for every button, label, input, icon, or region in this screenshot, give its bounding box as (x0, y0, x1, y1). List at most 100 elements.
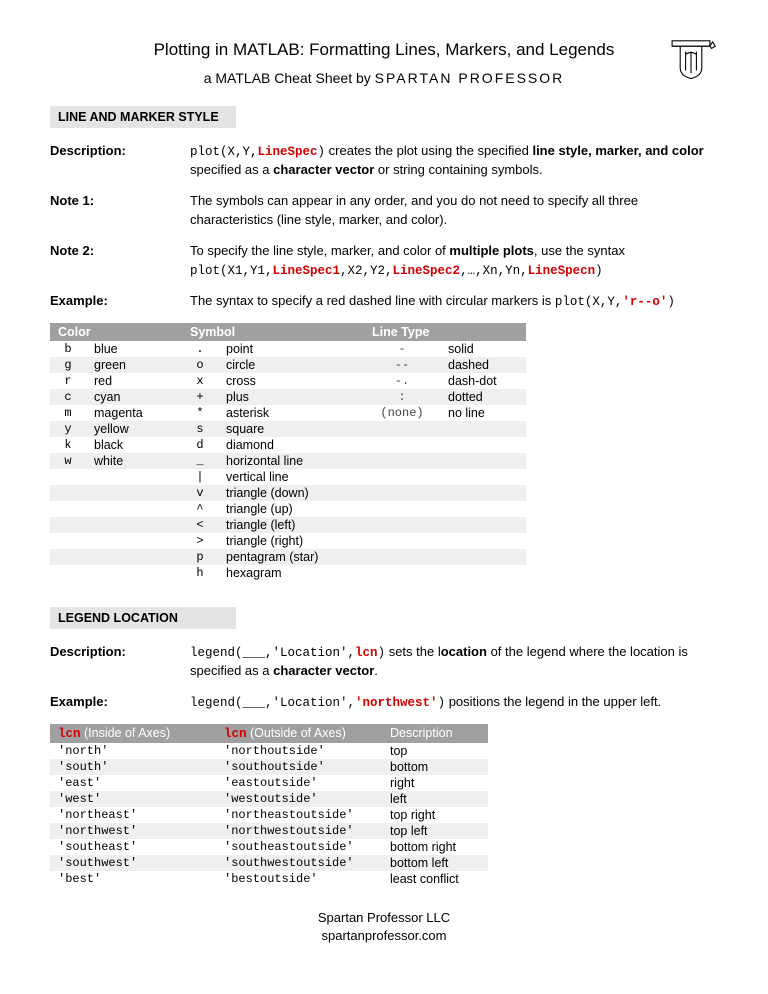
table-row: 'west''westoutside'left (50, 791, 488, 807)
page: Plotting in MATLAB: Formatting Lines, Ma… (0, 0, 768, 975)
cell (50, 485, 86, 501)
cell: w (50, 453, 86, 469)
cell (50, 469, 86, 485)
cell: hexagram (218, 565, 364, 581)
cell: yellow (86, 421, 182, 437)
cell: 'south' (50, 759, 216, 775)
footer-company: Spartan Professor LLC (50, 909, 718, 927)
cell: no line (440, 405, 526, 421)
cell: dotted (440, 389, 526, 405)
col-lcn-outside: lcn (Outside of Axes) (216, 724, 382, 743)
table-row: |vertical line (50, 469, 526, 485)
cell (364, 469, 440, 485)
table-row: ccyan+plus:dotted (50, 389, 526, 405)
table-row: kblackddiamond (50, 437, 526, 453)
cell: 'bestoutside' (216, 871, 382, 887)
cell: | (182, 469, 218, 485)
col-color: Color (50, 323, 182, 341)
cell: top left (382, 823, 488, 839)
example-body: The syntax to specify a red dashed line … (190, 292, 718, 311)
cell (364, 565, 440, 581)
cell (50, 501, 86, 517)
cell: triangle (right) (218, 533, 364, 549)
cell: 'eastoutside' (216, 775, 382, 791)
cell: ^ (182, 501, 218, 517)
cell (440, 565, 526, 581)
table-row: 'north''northoutside'top (50, 743, 488, 759)
cell (86, 501, 182, 517)
footer-url: spartanprofessor.com (50, 927, 718, 945)
cell: 'northoutside' (216, 743, 382, 759)
cell: left (382, 791, 488, 807)
table-row: 'northwest''northwestoutside'top left (50, 823, 488, 839)
cell: diamond (218, 437, 364, 453)
cell: p (182, 549, 218, 565)
cell: m (50, 405, 86, 421)
cell: -- (364, 357, 440, 373)
spartan-logo (664, 30, 718, 87)
code-legend: legend(___,'Location',lcn) (190, 646, 385, 660)
note2-body: To specify the line style, marker, and c… (190, 242, 718, 280)
cell (440, 501, 526, 517)
cell (86, 469, 182, 485)
cell (364, 549, 440, 565)
cell: v (182, 485, 218, 501)
table-row: >triangle (right) (50, 533, 526, 549)
note1-label: Note 1: (50, 192, 190, 230)
cell: < (182, 517, 218, 533)
cell (86, 549, 182, 565)
table-row: 'northeast''northeastoutside'top right (50, 807, 488, 823)
cell: 'northwest' (50, 823, 216, 839)
cell (364, 533, 440, 549)
cell: + (182, 389, 218, 405)
note2-row: Note 2: To specify the line style, marke… (50, 242, 718, 280)
table-row: wwhite_horizontal line (50, 453, 526, 469)
cell: plus (218, 389, 364, 405)
cell: r (50, 373, 86, 389)
cell: white (86, 453, 182, 469)
legend-description-label: Description: (50, 643, 190, 681)
cell (364, 485, 440, 501)
code-example: plot(X,Y,'r--o') (555, 295, 675, 309)
cell (50, 517, 86, 533)
cell: triangle (left) (218, 517, 364, 533)
cell (364, 453, 440, 469)
cell: solid (440, 341, 526, 357)
col-lcn-inside: lcn (Inside of Axes) (50, 724, 216, 743)
cell: y (50, 421, 86, 437)
cell: dashed (440, 357, 526, 373)
table-row: vtriangle (down) (50, 485, 526, 501)
table-row: ggreenocircle--dashed (50, 357, 526, 373)
table-row: yyellowssquare (50, 421, 526, 437)
cell: bottom (382, 759, 488, 775)
cell: least conflict (382, 871, 488, 887)
col-linetype: Line Type (364, 323, 526, 341)
cell (86, 565, 182, 581)
cell: 'west' (50, 791, 216, 807)
cell: : (364, 389, 440, 405)
description-label: Description: (50, 142, 190, 180)
cell (364, 437, 440, 453)
cell (440, 549, 526, 565)
table-row: hhexagram (50, 565, 526, 581)
cell: vertical line (218, 469, 364, 485)
table-row: ^triangle (up) (50, 501, 526, 517)
cell: . (182, 341, 218, 357)
table-row: ppentagram (star) (50, 549, 526, 565)
cell (440, 469, 526, 485)
cell: 'southeast' (50, 839, 216, 855)
cell: right (382, 775, 488, 791)
cell: triangle (down) (218, 485, 364, 501)
table-row: mmagenta*asterisk(none)no line (50, 405, 526, 421)
subtitle-brand: SPARTAN PROFESSOR (375, 70, 565, 86)
code-plot: plot(X,Y,LineSpec) (190, 145, 325, 159)
cell: _ (182, 453, 218, 469)
legend-example-row: Example: legend(___,'Location','northwes… (50, 693, 718, 712)
cell: h (182, 565, 218, 581)
cell: square (218, 421, 364, 437)
cell (50, 549, 86, 565)
legend-example-label: Example: (50, 693, 190, 712)
cell (364, 501, 440, 517)
cell: > (182, 533, 218, 549)
cell: magenta (86, 405, 182, 421)
